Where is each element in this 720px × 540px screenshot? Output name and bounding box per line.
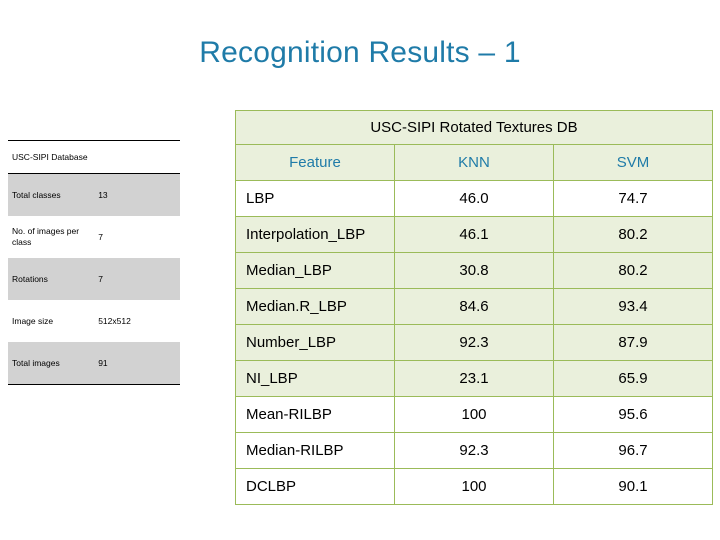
cell-svm: 80.2 [553,216,713,253]
cell-knn: 92.3 [394,432,554,469]
column-header-feature: Feature [235,144,395,181]
left-row-value: 512x512 [98,315,131,326]
left-table-row: No. of images per class 7 [8,216,180,258]
cell-knn: 100 [394,468,554,505]
left-row-value: 13 [94,173,180,216]
cell-feature: Mean-RILBP [235,396,395,433]
table-row: Median.R_LBP 84.6 93.4 [235,288,713,325]
cell-svm: 93.4 [553,288,713,325]
left-row-label: Total classes [8,173,95,216]
cell-feature: Number_LBP [235,324,395,361]
cell-feature-highlighted: DCLBP [235,468,395,505]
main-table-title: USC-SIPI Rotated Textures DB [235,110,713,145]
cell-feature: NI_LBP [235,360,395,397]
left-table-header-label: USC-SIPI Database [8,140,180,174]
usc-sipi-database-table: USC-SIPI Database Total classes 13 No. o… [8,140,180,385]
cell-feature: Interpolation_LBP [235,216,395,253]
cell-knn: 100 [394,396,554,433]
table-row: DCLBP 100 90.1 [235,468,713,505]
main-table-body: USC-SIPI Rotated Textures DB Feature KNN… [235,110,713,505]
cell-svm: 90.1 [553,468,713,505]
left-row-value: 91 [94,342,180,385]
left-row-label: Image size [12,315,54,326]
cell-svm: 80.2 [553,252,713,289]
left-table-body: USC-SIPI Database Total classes 13 No. o… [8,140,180,385]
cell-feature: Median_LBP [235,252,395,289]
left-table-header-row: USC-SIPI Database [8,140,180,174]
page-title: Recognition Results – 1 [199,36,521,69]
cell-svm: 74.7 [553,180,713,217]
main-table-header-row: Feature KNN SVM [235,144,713,181]
recognition-results-table: USC-SIPI Rotated Textures DB Feature KNN… [235,110,713,505]
left-table-row: Total images 91 [8,342,180,385]
cell-svm: 87.9 [553,324,713,361]
cell-feature: Median.R_LBP [235,288,395,325]
table-row: Mean-RILBP 100 95.6 [235,396,713,433]
cell-svm: 95.6 [553,396,713,433]
cell-feature: Median-RILBP [235,432,395,469]
left-table-row: Total classes 13 [8,173,180,216]
cell-knn: 46.0 [394,180,554,217]
left-row-label: No. of images per class [12,226,80,247]
left-row-label: Rotations [8,258,95,300]
left-row-label: Total images [8,342,95,385]
table-row: Interpolation_LBP 46.1 80.2 [235,216,713,253]
main-table-title-row: USC-SIPI Rotated Textures DB [235,110,713,145]
cell-knn: 92.3 [394,324,554,361]
column-header-svm: SVM [553,144,713,181]
left-table-row: Rotations 7 [8,258,180,300]
cell-svm: 96.7 [553,432,713,469]
column-header-knn: KNN [394,144,554,181]
table-row: LBP 46.0 74.7 [235,180,713,217]
cell-knn: 46.1 [394,216,554,253]
table-row: NI_LBP 23.1 65.9 [235,360,713,397]
cell-knn: 30.8 [394,252,554,289]
left-row-value: 7 [94,258,180,300]
table-row: Median_LBP 30.8 80.2 [235,252,713,289]
left-row-value: 7 [98,231,103,242]
table-row: Median-RILBP 92.3 96.7 [235,432,713,469]
cell-svm: 65.9 [553,360,713,397]
cell-feature: LBP [235,180,395,217]
cell-knn: 23.1 [394,360,554,397]
cell-knn: 84.6 [394,288,554,325]
left-table-row: Image size 512x512 [8,300,180,342]
table-row: Number_LBP 92.3 87.9 [235,324,713,361]
